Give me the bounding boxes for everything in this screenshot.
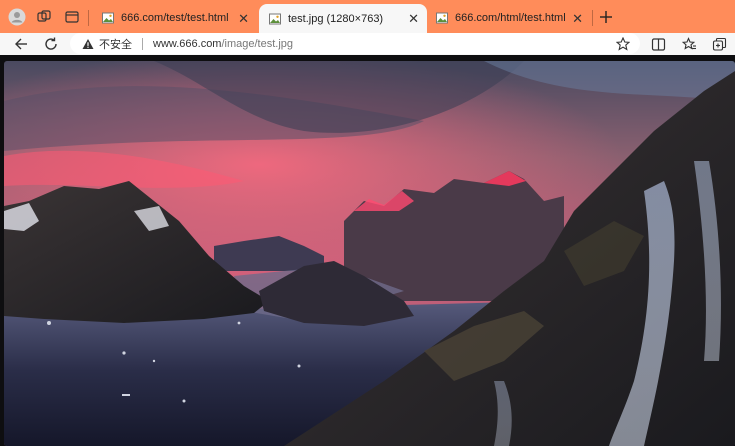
refresh-button[interactable] [40, 34, 62, 54]
image-favicon-icon [269, 13, 281, 24]
tab-test-jpg[interactable]: test.jpg (1280×763) ✕ [259, 4, 427, 33]
favorites-icon [681, 36, 696, 50]
split-screen-button[interactable] [647, 34, 669, 54]
refresh-icon [45, 37, 57, 50]
collections-icon [712, 37, 726, 51]
not-secure-label[interactable]: 不安全 [99, 36, 132, 52]
collections-button[interactable] [708, 34, 730, 54]
url-host: www.666.com [153, 37, 222, 50]
warning-icon[interactable] [82, 38, 94, 50]
url-path: /image/test.jpg [221, 37, 294, 50]
plus-icon [600, 11, 612, 23]
back-arrow-icon [15, 38, 27, 50]
tab-test-html[interactable]: 666.com/test/test.html ✕ [92, 4, 257, 32]
back-button[interactable] [10, 34, 32, 54]
url-text[interactable]: www.666.com/image/test.jpg [153, 38, 293, 50]
tab-strip: 666.com/test/test.html ✕ test.jpg (1280×… [0, 0, 735, 33]
close-tab-icon[interactable]: ✕ [572, 12, 583, 25]
navigation-toolbar: 不安全 www.666.com/image/test.jpg [0, 33, 735, 56]
tab-label: test.jpg (1280×763) [288, 12, 384, 25]
tab-html-test-html[interactable]: 666.com/html/test.html ✕ [426, 4, 591, 32]
address-bar[interactable]: 不安全 www.666.com/image/test.jpg [70, 33, 640, 54]
profile-avatar-icon[interactable] [5, 5, 29, 29]
landscape-photo[interactable] [4, 61, 735, 446]
image-favicon-icon [102, 12, 114, 24]
tab-label: 666.com/test/test.html [121, 12, 229, 24]
tab-label: 666.com/html/test.html [455, 12, 566, 24]
image-favicon-icon [436, 12, 448, 24]
split-screen-icon [651, 37, 665, 51]
close-tab-icon[interactable]: ✕ [408, 12, 419, 25]
tab-actions-icon[interactable] [60, 5, 84, 29]
workspaces-icon[interactable] [32, 5, 56, 29]
image-viewer [0, 55, 735, 446]
address-divider [142, 37, 143, 50]
favorites-button[interactable] [678, 34, 700, 54]
new-tab-button[interactable] [594, 5, 618, 29]
tab-separator [88, 10, 89, 26]
tab-separator [592, 10, 593, 26]
close-tab-icon[interactable]: ✕ [238, 12, 249, 25]
favorite-star-icon[interactable] [616, 36, 630, 51]
